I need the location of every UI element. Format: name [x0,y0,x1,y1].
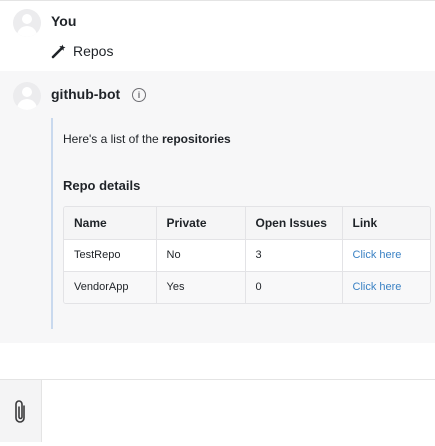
repo-link[interactable]: Click here [342,238,430,271]
column-header-open-issues: Open Issues [245,207,343,239]
cell-private: No [156,238,246,271]
column-header-name: Name [64,207,157,239]
cell-open-issues: 0 [245,270,343,303]
user-message-text-row: Repos [51,43,113,59]
message-composer [0,379,435,442]
cell-name: TestRepo [64,238,157,271]
intro-bold: repositories [162,132,231,146]
user-message-text: Repos [73,43,114,59]
user-avatar [13,9,41,37]
bot-message: github-bot i Here's a list of the reposi… [0,71,435,343]
bot-avatar [13,82,41,110]
repo-table: Name Private Open Issues Link TestRepo N… [63,206,431,304]
magic-wand-icon [51,43,67,59]
attach-button[interactable] [0,380,42,442]
table-header-row: Name Private Open Issues Link [64,207,430,239]
column-header-private: Private [156,207,246,239]
cell-open-issues: 3 [245,238,343,271]
details-title: Repo details [63,178,141,193]
message-input[interactable] [43,380,435,442]
repo-link[interactable]: Click here [342,270,430,303]
column-header-link: Link [342,207,430,239]
cell-private: Yes [156,270,246,303]
bot-response-card: Here's a list of the repositories Repo d… [51,118,435,329]
table-row: TestRepo No 3 Click here [64,238,430,271]
bot-author-name: github-bot [51,86,121,102]
info-icon[interactable]: i [132,88,146,102]
bot-intro-text: Here's a list of the repositories [63,132,231,146]
intro-prefix: Here's a list of the [63,132,162,146]
table-row: VendorApp Yes 0 Click here [64,270,430,303]
user-author-name: You [51,13,77,29]
user-message: You Repos [0,1,435,71]
cell-name: VendorApp [64,270,157,303]
